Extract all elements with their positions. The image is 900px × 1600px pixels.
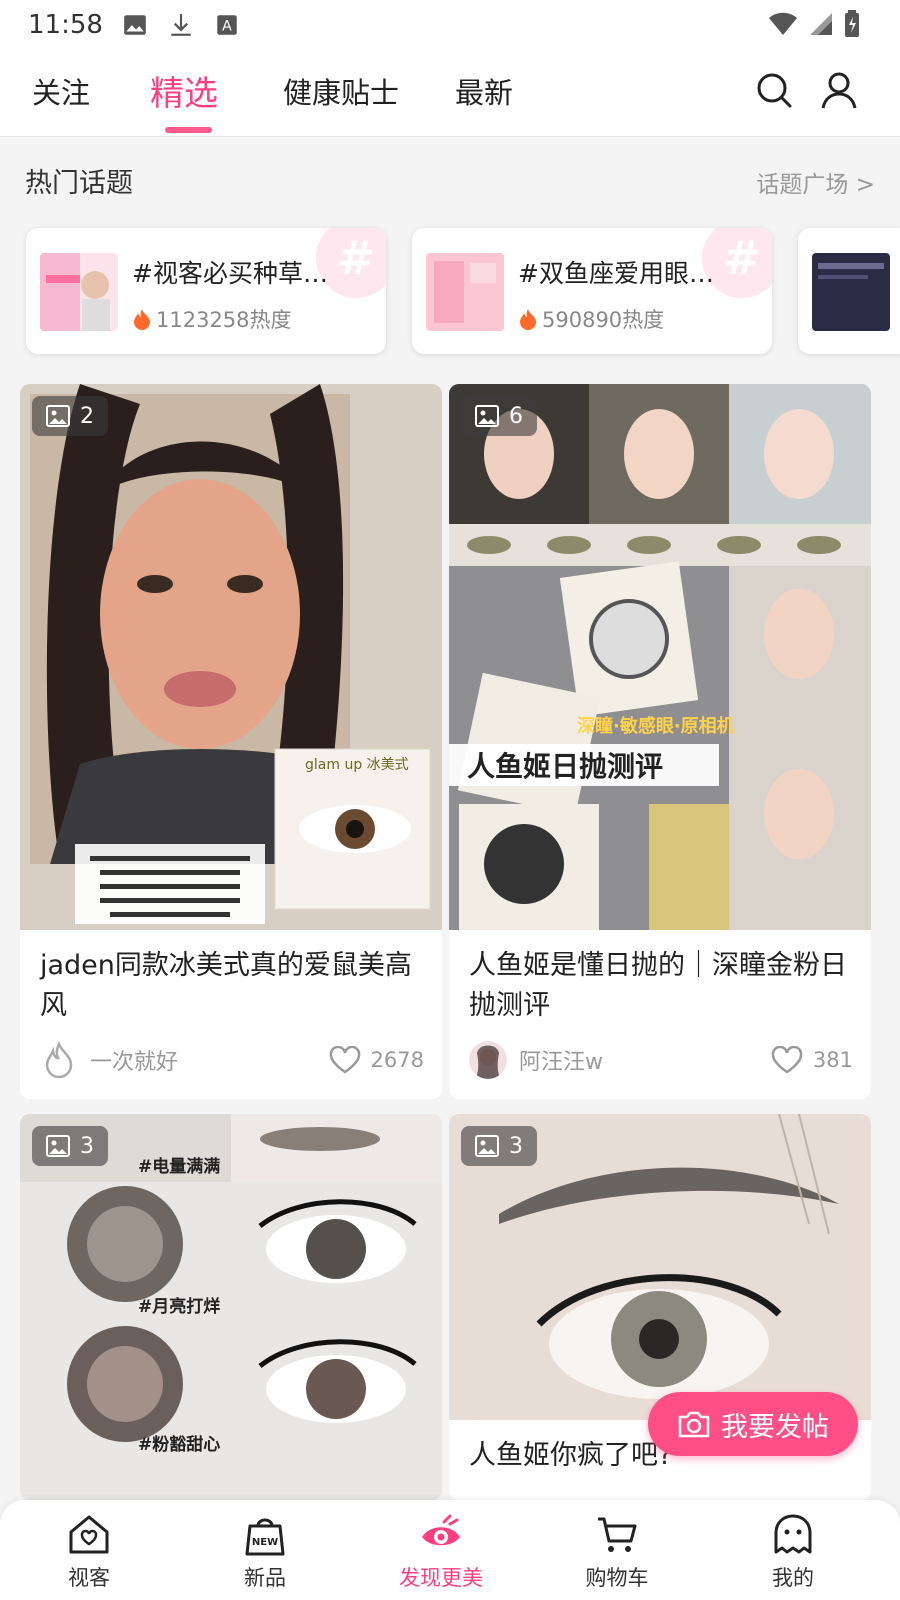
post-footer: 阿汪汪w 381 (469, 1040, 853, 1080)
image-count: 3 (80, 1133, 94, 1159)
heart-icon (771, 1046, 803, 1074)
topic-heat-value: 590890热度 (542, 308, 665, 332)
notification-icons: A (122, 12, 240, 38)
post-image: 人鱼姬日抛测评 深瞳·敏感眼·原相机 (449, 384, 871, 930)
signal-icon (810, 13, 832, 35)
battery-icon (845, 10, 859, 37)
author-name[interactable]: 一次就好 (90, 1044, 329, 1076)
overlay-tag: #粉豁甜心 (138, 1434, 220, 1455)
new-bag-icon: NEW (245, 1518, 285, 1556)
svg-text:A: A (222, 18, 232, 34)
like-count: 2678 (370, 1048, 424, 1072)
image-count-badge: 3 (32, 1126, 108, 1166)
nav-home-label: 视客 (68, 1566, 110, 1590)
camera-icon (678, 1411, 710, 1438)
overlay-tag: #月亮打烊 (138, 1296, 220, 1317)
tab-latest[interactable]: 最新 (455, 70, 513, 112)
topic-card[interactable]: # #双鱼座爱用眼… 590890热度 (412, 228, 772, 354)
post-title[interactable]: jaden同款冰美式真的爱鼠美高风 (40, 946, 420, 1026)
bottom-nav: 视客 NEW 新品 发现更美 购物车 我的 (0, 1500, 900, 1600)
wifi-icon (769, 12, 797, 35)
topic-thumbnail (426, 253, 504, 331)
topic-card[interactable]: # #视客必买种草… 1123258热度 (26, 228, 386, 354)
create-post-button[interactable]: 我要发帖 (648, 1392, 858, 1456)
topic-card-partial[interactable] (798, 228, 900, 354)
like-button[interactable]: 381 (771, 1046, 853, 1074)
image-count-badge: 3 (461, 1126, 537, 1166)
create-post-label: 我要发帖 (721, 1411, 829, 1443)
fire-icon (520, 309, 536, 330)
topic-name: #视客必买种草… (132, 259, 328, 288)
nav-cart-label: 购物车 (585, 1566, 649, 1590)
topic-thumbnail (40, 253, 118, 331)
gallery-icon (475, 405, 499, 427)
nav-discover[interactable]: 发现更美 (381, 1512, 501, 1592)
hot-topics-header: 热门话题 话题广场 > (0, 137, 900, 217)
feed-card[interactable]: #电量满满 #月亮打烊 #粉豁甜心 3 (20, 1114, 442, 1500)
heart-icon (329, 1046, 360, 1074)
post-image: #电量满满 #月亮打烊 #粉豁甜心 (20, 1114, 442, 1500)
image-count: 3 (509, 1133, 523, 1159)
hot-topics-title: 热门话题 (25, 168, 133, 199)
fire-icon (134, 309, 150, 330)
system-icons (768, 10, 860, 38)
nav-profile[interactable]: 我的 (733, 1512, 853, 1592)
post-title[interactable]: 人鱼姬是懂日抛的｜深瞳金粉日抛测评 (469, 946, 849, 1026)
nav-profile-label: 我的 (772, 1566, 814, 1590)
nav-cart[interactable]: 购物车 (557, 1512, 677, 1592)
feed-card[interactable]: glam up 冰美式 2 jaden同款冰美式真的爱鼠美高风 一次就好 267… (20, 384, 442, 1099)
gallery-icon (46, 405, 70, 427)
image-count-badge: 2 (32, 396, 108, 436)
svg-text:NEW: NEW (252, 1537, 278, 1548)
topic-thumbnail (812, 253, 890, 331)
like-button[interactable]: 2678 (329, 1046, 424, 1074)
tab-following[interactable]: 关注 (32, 70, 90, 112)
nav-new[interactable]: NEW 新品 (205, 1512, 325, 1592)
home-heart-icon (69, 1515, 109, 1554)
profile-icon (774, 1514, 812, 1554)
gallery-icon (475, 1135, 499, 1157)
user-icon[interactable] (819, 70, 859, 110)
gallery-icon (46, 1135, 70, 1157)
post-image: glam up 冰美式 (20, 384, 442, 930)
topic-square-link[interactable]: 话题广场 > (756, 165, 875, 199)
post-footer: 一次就好 2678 (40, 1040, 424, 1080)
tab-featured[interactable]: 精选 (150, 66, 218, 115)
status-bar: 11:58 A (0, 0, 900, 50)
topic-name: #双鱼座爱用眼… (518, 259, 714, 288)
image-icon (124, 15, 146, 35)
author-name[interactable]: 阿汪汪w (519, 1044, 771, 1076)
like-count: 381 (812, 1048, 853, 1072)
nav-new-label: 新品 (244, 1566, 286, 1590)
image-count-badge: 6 (461, 396, 537, 436)
feed-card[interactable]: 人鱼姬日抛测评 深瞳·敏感眼·原相机 6 人鱼姬是懂日抛的｜深瞳金粉日抛测评 阿… (449, 384, 871, 1099)
overlay-title-text: 人鱼姬日抛测评 (467, 750, 663, 783)
image-count: 2 (80, 403, 94, 429)
active-tab-indicator (165, 127, 212, 133)
status-time: 11:58 (28, 10, 103, 40)
tab-health-tips[interactable]: 健康贴士 (283, 70, 399, 112)
topic-heat: 1123258热度 (132, 304, 292, 334)
topic-heat-value: 1123258热度 (156, 308, 292, 332)
nav-home[interactable]: 视客 (29, 1512, 149, 1592)
download-icon (171, 14, 191, 36)
nav-discover-label: 发现更美 (399, 1566, 483, 1590)
top-tab-bar: 关注 精选 健康贴士 最新 (0, 50, 900, 137)
eye-icon (422, 1514, 460, 1546)
default-avatar-icon (45, 1041, 73, 1079)
overlay-subtitle-text: 深瞳·敏感眼·原相机 (577, 715, 735, 737)
overlay-text: glam up 冰美式 (305, 757, 409, 773)
font-icon: A (217, 15, 237, 35)
overlay-tag: #电量满满 (138, 1156, 220, 1177)
search-icon[interactable] (754, 70, 794, 110)
topic-heat: 590890热度 (518, 304, 664, 334)
cart-icon (598, 1517, 637, 1552)
avatar[interactable] (469, 1041, 507, 1079)
image-count: 6 (509, 403, 523, 429)
